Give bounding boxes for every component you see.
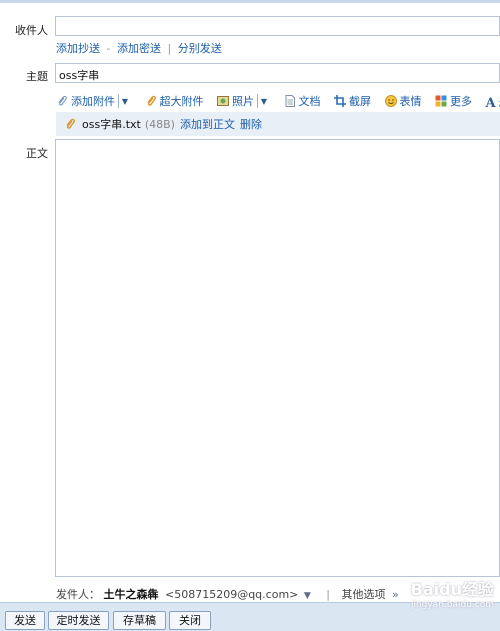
more-label: 更多 xyxy=(450,95,472,108)
sender-name: 土牛之森犇 xyxy=(103,588,159,601)
large-attachment-label: 超大附件 xyxy=(159,95,204,108)
recipient-input[interactable] xyxy=(55,16,500,36)
sender-separator: | xyxy=(326,588,331,601)
compose-toolbar: 添加附件 ▼ 超大附件 照片 ▼ 文档 截屏 表情 更多 A 格式 xyxy=(56,93,500,112)
subject-value: oss字串 xyxy=(59,69,100,82)
watermark-brand: Baidu经验 xyxy=(410,580,494,599)
screenshot-button[interactable]: 截屏 xyxy=(334,93,371,109)
body-label: 正文 xyxy=(26,147,48,160)
top-border xyxy=(0,0,500,3)
links-separator: | xyxy=(167,42,172,55)
baidu-watermark: Baidu经验 jingyan.baidu.com xyxy=(411,576,494,610)
body-editor[interactable] xyxy=(55,139,500,577)
document-label: 文档 xyxy=(298,95,321,108)
subject-label: 主题 xyxy=(26,70,48,83)
sender-email-select[interactable]: <508715209@qq.com> ▼ xyxy=(165,588,314,601)
photo-button[interactable]: 照片 ▼ xyxy=(217,93,270,109)
separate-send-link[interactable]: 分别发送 xyxy=(178,42,222,55)
attachment-filename[interactable]: oss字串.txt xyxy=(82,116,141,132)
double-chevron-down-icon: » xyxy=(392,588,399,601)
other-options-label: 其他选项 xyxy=(341,588,386,601)
delete-attachment-link[interactable]: 删除 xyxy=(240,116,262,132)
send-button[interactable]: 发送 xyxy=(5,611,45,630)
add-to-body-link[interactable]: 添加到正文 xyxy=(180,116,235,132)
document-button[interactable]: 文档 xyxy=(284,93,321,109)
large-paperclip-icon xyxy=(146,95,156,106)
add-attachment-button[interactable]: 添加附件 ▼ xyxy=(56,93,131,109)
close-button[interactable]: 关闭 xyxy=(169,611,211,630)
screenshot-label: 截屏 xyxy=(349,95,371,108)
screenshot-icon xyxy=(334,95,346,107)
add-cc-link[interactable]: 添加抄送 xyxy=(56,42,100,55)
attachment-row: oss字串.txt (48B) 添加到正文 删除 xyxy=(56,112,500,136)
paperclip-icon xyxy=(58,95,67,106)
emoji-button[interactable]: 表情 xyxy=(384,93,422,109)
format-button[interactable]: A 格式 xyxy=(486,96,500,112)
save-draft-button[interactable]: 存草稿 xyxy=(113,611,166,630)
photo-chevron-icon[interactable]: ▼ xyxy=(257,94,270,108)
attachment-clip-icon xyxy=(66,118,76,129)
grid-icon xyxy=(435,95,447,107)
sender-line: 发件人： 土牛之森犇 <508715209@qq.com> ▼ | 其他选项 » xyxy=(56,586,399,602)
document-icon xyxy=(285,95,295,107)
format-a-icon: A xyxy=(485,96,496,111)
more-button[interactable]: 更多 xyxy=(435,93,472,109)
scheduled-send-button[interactable]: 定时发送 xyxy=(48,611,109,630)
sender-chevron-icon[interactable]: ▼ xyxy=(304,591,311,601)
sender-label: 发件人： xyxy=(56,588,100,601)
watermark-url: jingyan.baidu.com xyxy=(410,600,494,610)
subject-input[interactable]: oss字串 xyxy=(55,63,500,83)
smiley-icon xyxy=(384,95,397,107)
emoji-label: 表情 xyxy=(399,95,422,108)
attachment-size: (48B) xyxy=(144,117,175,131)
links-dash: - xyxy=(106,42,111,55)
large-attachment-button[interactable]: 超大附件 xyxy=(145,93,204,109)
photo-label: 照片 xyxy=(232,95,254,108)
add-attachment-label: 添加附件 xyxy=(71,95,115,108)
sender-email: <508715209@qq.com> xyxy=(165,588,299,601)
chevron-down-icon[interactable]: ▼ xyxy=(118,94,131,108)
photo-icon xyxy=(217,96,229,106)
add-bcc-link[interactable]: 添加密送 xyxy=(117,42,161,55)
recipient-links: 添加抄送 - 添加密送 | 分别发送 xyxy=(56,40,222,56)
recipient-label: 收件人 xyxy=(15,24,48,37)
other-options-link[interactable]: 其他选项 » xyxy=(342,588,399,601)
